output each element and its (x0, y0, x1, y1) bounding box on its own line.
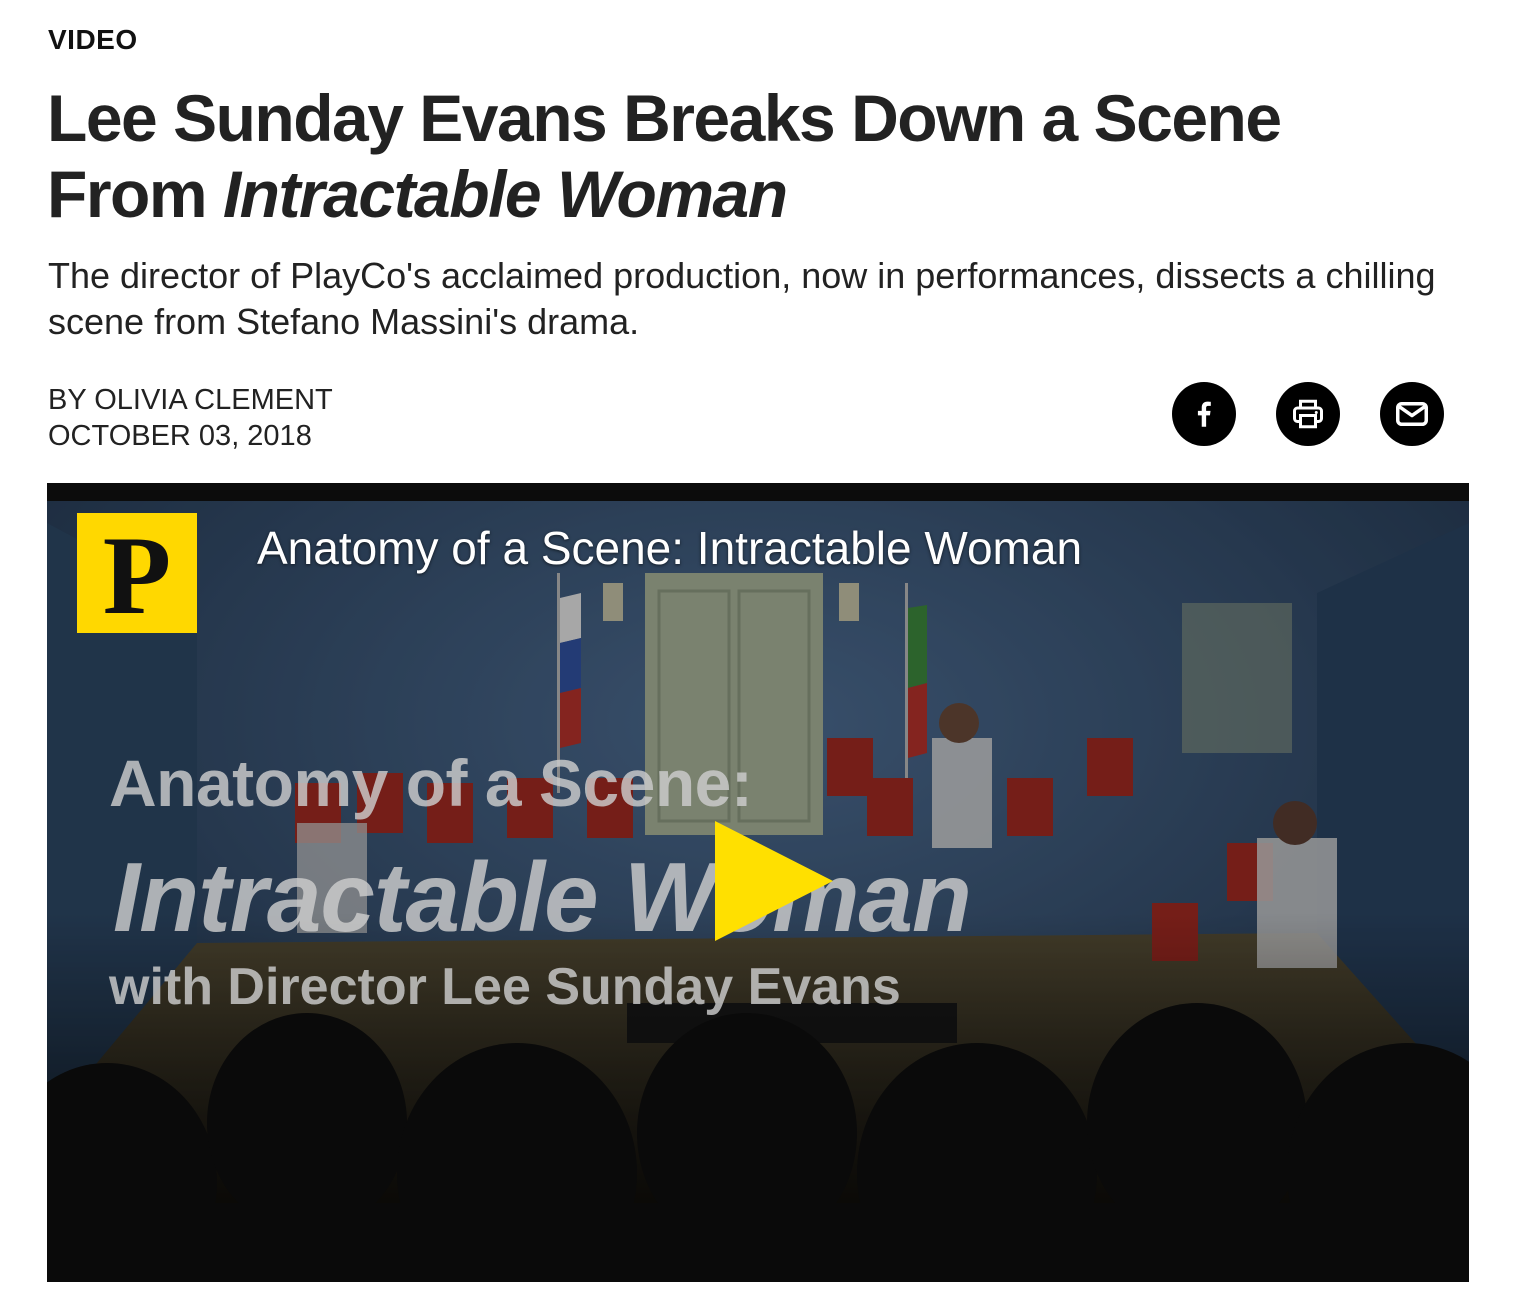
headline: Lee Sunday Evans Breaks Down a Scene Fro… (47, 80, 1467, 232)
email-share-button[interactable] (1380, 382, 1444, 446)
print-button[interactable] (1276, 382, 1340, 446)
overlay-title-line1: Anatomy of a Scene: (109, 746, 753, 820)
headline-line1: Lee Sunday Evans Breaks Down a Scene (47, 81, 1282, 155)
headline-line2-prefix: From (47, 157, 223, 231)
logo-letter: P (102, 514, 172, 638)
overlay-subtitle: with Director Lee Sunday Evans (109, 958, 901, 1016)
facebook-icon (1197, 401, 1211, 427)
article-dek: The director of PlayCo's acclaimed produ… (48, 255, 1436, 342)
overlay-title-line2: Intractable Woman (113, 842, 972, 952)
author-byline: BY OLIVIA CLEMENT (48, 384, 333, 416)
email-icon (1396, 401, 1428, 427)
video-title[interactable]: Anatomy of a Scene: Intractable Woman (257, 521, 1082, 575)
category-label: VIDEO (48, 24, 138, 55)
video-player[interactable]: P Anatomy of a Scene: Intractable Woman … (47, 483, 1469, 1282)
facebook-share-button[interactable] (1172, 382, 1236, 446)
share-bar (1172, 382, 1444, 446)
publish-date: OCTOBER 03, 2018 (48, 420, 312, 452)
byline-block: BY OLIVIA CLEMENT OCTOBER 03, 2018 (48, 382, 333, 454)
play-button-icon[interactable] (711, 821, 833, 941)
playbill-logo: P (77, 513, 197, 633)
headline-line2-italic: Intractable Woman (222, 157, 788, 231)
print-icon (1293, 399, 1323, 429)
